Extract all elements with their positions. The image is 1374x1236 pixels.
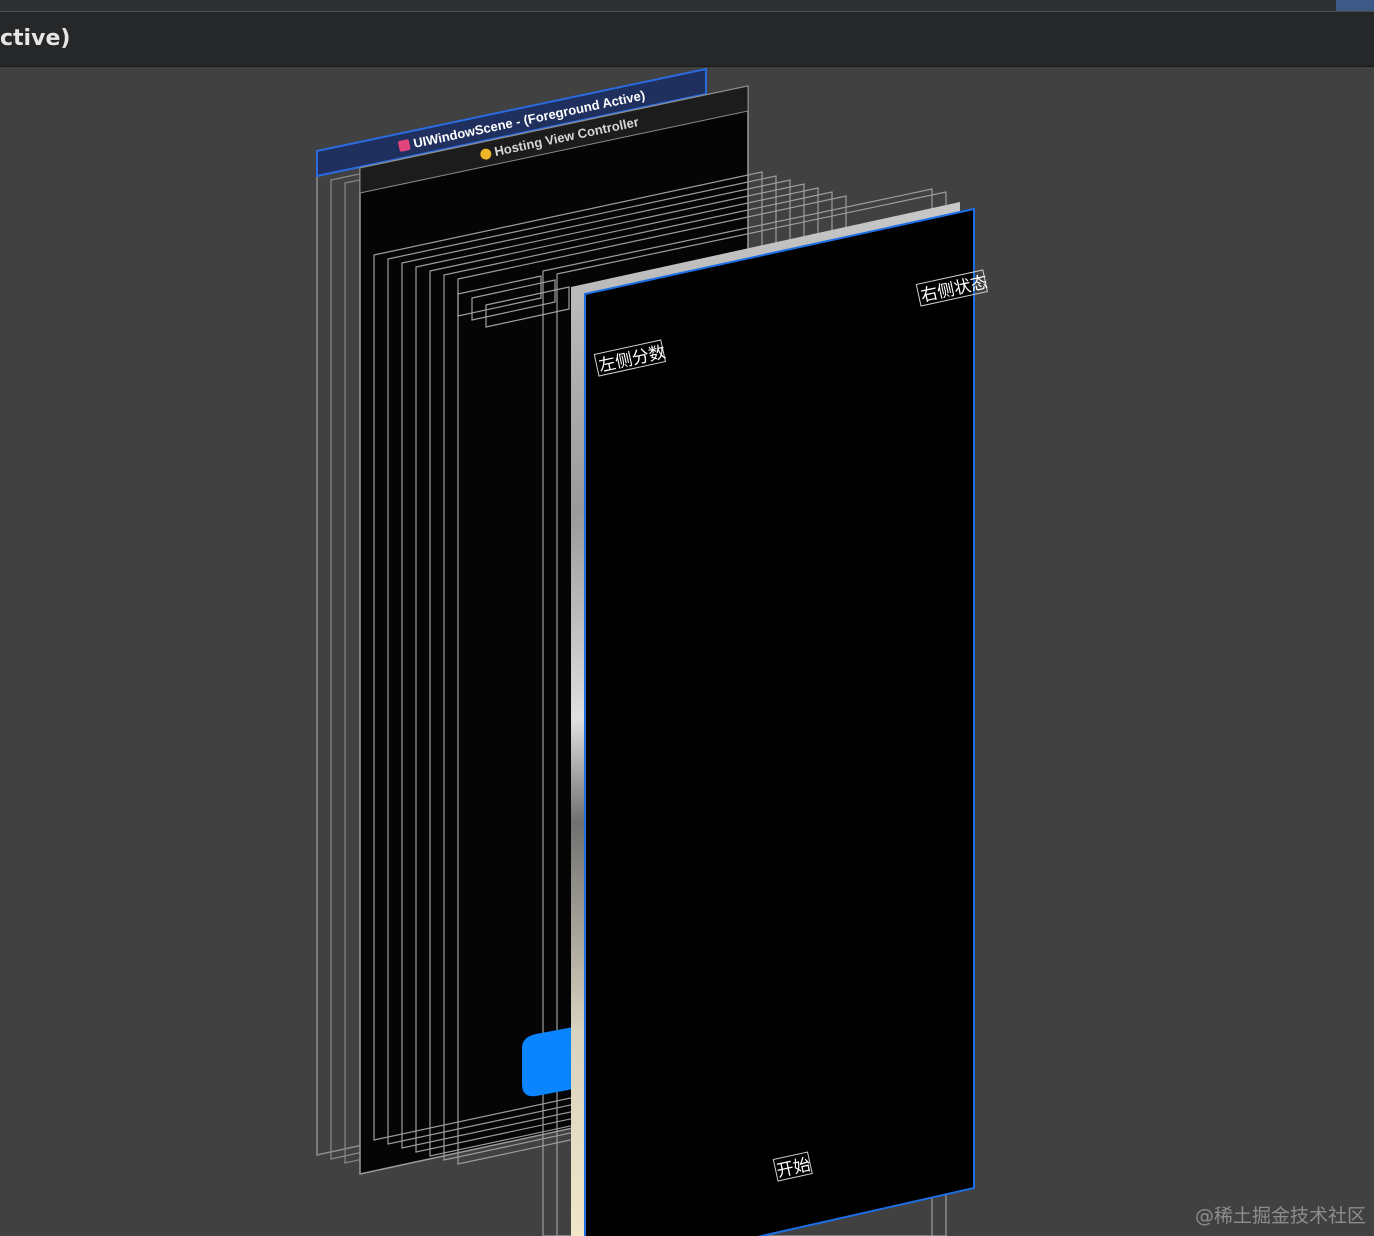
scene-icon <box>398 139 411 152</box>
watermark: @稀土掘金技术社区 <box>1194 1205 1366 1227</box>
front-view-layer[interactable]: 左侧分数 右侧状态 开始 <box>584 207 990 1236</box>
view-hierarchy-canvas[interactable]: UIWindowScene - (Foreground Active) Host… <box>0 67 1374 1236</box>
